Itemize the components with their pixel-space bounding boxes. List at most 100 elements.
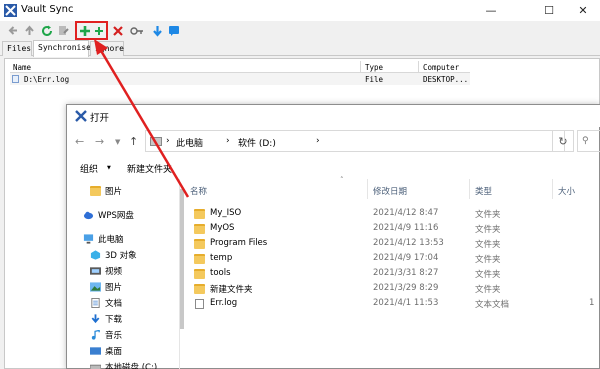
column-header-name[interactable]: Name	[13, 63, 31, 72]
list-item[interactable]: temp 2021/4/9 17:04 文件夹	[185, 252, 600, 266]
search-input[interactable]: ⚲	[577, 130, 600, 152]
edit-icon[interactable]	[56, 23, 71, 38]
vault-sync-app-icon	[4, 4, 17, 17]
list-item[interactable]: My_ISO 2021/4/12 8:47 文件夹	[185, 207, 600, 221]
video-icon	[90, 267, 101, 275]
file-name: 新建文件夹	[210, 285, 253, 295]
pictures-icon	[90, 282, 101, 292]
row-name: D:\Err.log	[24, 75, 70, 84]
list-item[interactable]: MyOS 2021/4/9 11:16 文件夹	[185, 222, 600, 236]
column-header-type[interactable]: Type	[365, 63, 383, 72]
file-type: 文件夹	[475, 225, 501, 235]
forward-arrow-icon[interactable]: →	[95, 135, 104, 148]
close-button[interactable]: ✕	[568, 0, 598, 21]
chevron-down-icon[interactable]: ▼	[107, 165, 111, 171]
address-bar[interactable]: › 此电脑 › 软件 (D:) › ∨	[145, 130, 565, 152]
sidebar-scrollbar[interactable]	[180, 189, 184, 329]
command-bar: 组织 ▼ 新建文件夹	[67, 157, 600, 179]
refresh-icon[interactable]	[39, 23, 54, 38]
column-header-computer[interactable]: Computer	[423, 63, 459, 72]
sidebar-item-label: 图片	[105, 283, 123, 293]
tab-ignore[interactable]: Ignore	[90, 41, 124, 56]
column-divider[interactable]	[360, 61, 361, 73]
sidebar-item-downloads[interactable]: 下载	[67, 311, 179, 327]
folder-icon	[194, 269, 205, 279]
breadcrumb-this-pc[interactable]: 此电脑	[176, 136, 203, 149]
tab-files[interactable]: Files	[2, 41, 32, 56]
table-header: Name Type Computer	[10, 61, 470, 73]
column-divider[interactable]	[418, 61, 419, 73]
refresh-button[interactable]: ↻	[552, 130, 574, 152]
delete-icon[interactable]	[110, 23, 125, 38]
sidebar-item-pictures-quick[interactable]: 图片	[67, 183, 179, 199]
sidebar-item-label: 视频	[105, 267, 123, 277]
key-icon[interactable]	[129, 23, 144, 38]
table-row[interactable]: D:\Err.log File DESKTOP...	[10, 73, 470, 85]
row-type: File	[365, 75, 384, 84]
back-arrow-icon[interactable]	[6, 23, 21, 38]
list-item[interactable]: Err.log 2021/4/1 11:53 文本文档 1	[185, 297, 600, 311]
maximize-button[interactable]: ☐	[534, 0, 564, 21]
text-file-icon	[195, 299, 204, 309]
file-date: 2021/4/1 11:53	[373, 298, 439, 308]
file-date: 2021/4/9 11:16	[373, 223, 439, 233]
sidebar-item-video[interactable]: 视频	[67, 263, 179, 279]
column-divider[interactable]	[552, 179, 553, 199]
chevron-right-icon[interactable]: ›	[166, 136, 170, 146]
sidebar-item-this-pc[interactable]: 此电脑	[67, 231, 179, 247]
navigation-pane: 图片 WPS网盘 此电脑 3D 对象 视频 图片 文档 下载 音乐 桌面 本地磁…	[67, 179, 180, 369]
open-file-dialog: 打开 ← → ▼ ↑ › 此电脑 › 软件 (D:) › ∨ ↻ ⚲ 组织 ▼ …	[66, 104, 600, 369]
column-header-date[interactable]: 修改日期	[373, 185, 407, 197]
sidebar-item-3d-objects[interactable]: 3D 对象	[67, 247, 179, 263]
highlight-box	[75, 21, 108, 40]
column-header-name[interactable]: 名称	[190, 185, 207, 197]
list-item[interactable]: 新建文件夹 2021/3/29 8:29 文件夹	[185, 282, 600, 296]
sidebar-item-label: WPS网盘	[98, 211, 134, 221]
sidebar-item-label: 此电脑	[98, 235, 124, 245]
file-name: Err.log	[210, 298, 238, 308]
file-type: 文件夹	[475, 270, 501, 280]
sidebar-item-label: 图片	[105, 187, 123, 197]
sidebar-item-documents[interactable]: 文档	[67, 295, 179, 311]
file-type: 文件夹	[475, 210, 501, 220]
chevron-down-icon[interactable]: ▼	[115, 138, 120, 146]
column-header-size[interactable]: 大小	[558, 185, 575, 197]
sidebar-item-pictures[interactable]: 图片	[67, 279, 179, 295]
column-divider[interactable]	[367, 179, 368, 199]
cloud-icon	[83, 211, 94, 220]
help-icon[interactable]	[166, 23, 181, 38]
sidebar-item-music[interactable]: 音乐	[67, 327, 179, 343]
organize-button[interactable]: 组织	[80, 162, 98, 175]
tab-strip: Files Synchronise Ignore	[0, 40, 600, 57]
desktop-icon	[90, 347, 101, 355]
column-divider[interactable]	[469, 179, 470, 199]
list-item[interactable]: tools 2021/3/31 8:27 文件夹	[185, 267, 600, 281]
folder-icon	[194, 239, 205, 249]
back-arrow-icon[interactable]: ←	[75, 135, 84, 148]
chevron-right-icon[interactable]: ›	[316, 136, 320, 146]
file-name: Program Files	[210, 238, 268, 248]
tab-synchronise[interactable]: Synchronise	[33, 40, 91, 57]
refresh-icon: ↻	[558, 134, 568, 148]
file-type: 文件夹	[475, 285, 501, 295]
minimize-button[interactable]: —	[476, 0, 506, 21]
file-date: 2021/3/31 8:27	[373, 268, 439, 278]
chevron-right-icon[interactable]: ›	[226, 136, 230, 146]
new-folder-button[interactable]: 新建文件夹	[127, 162, 172, 175]
file-type: 文件夹	[475, 255, 501, 265]
sidebar-item-label: 音乐	[105, 331, 123, 341]
sidebar-item-wps[interactable]: WPS网盘	[67, 207, 179, 223]
sidebar-item-label: 桌面	[105, 347, 123, 357]
download-icon	[91, 314, 100, 324]
vault-sync-app-icon	[75, 110, 87, 122]
download-icon[interactable]	[150, 23, 165, 38]
up-arrow-icon[interactable]	[22, 23, 37, 38]
sidebar-item-local-disk-c[interactable]: 本地磁盘 (C:)	[67, 359, 179, 369]
list-item[interactable]: Program Files 2021/4/12 13:53 文件夹	[185, 237, 600, 251]
breadcrumb-drive[interactable]: 软件 (D:)	[238, 136, 276, 149]
up-arrow-icon[interactable]: ↑	[129, 135, 138, 148]
row-computer: DESKTOP...	[423, 75, 469, 84]
sync-table: Name Type Computer D:\Err.log File DESKT…	[10, 61, 470, 85]
sidebar-item-desktop[interactable]: 桌面	[67, 343, 179, 359]
column-header-type[interactable]: 类型	[475, 185, 492, 197]
